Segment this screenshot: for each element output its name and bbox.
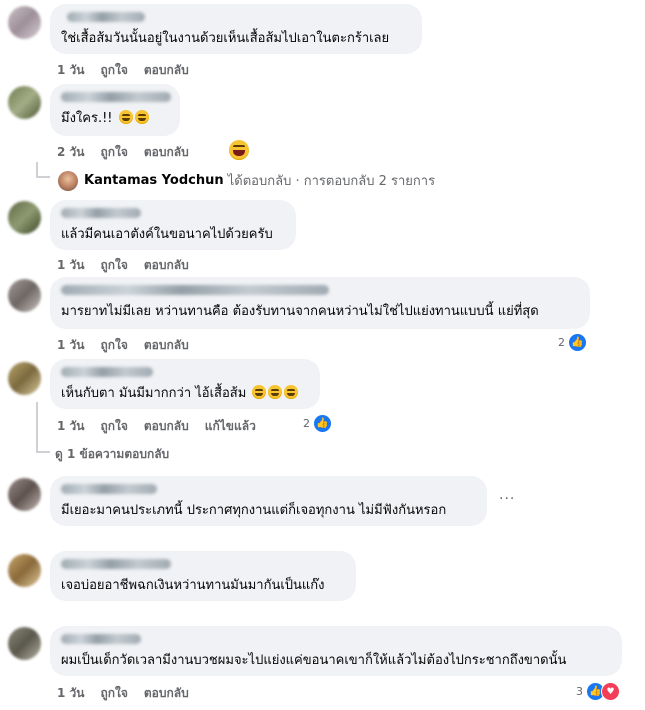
reaction-count: 3 [576, 685, 583, 698]
commenter-name[interactable] [61, 285, 329, 295]
comment-meta: 1 วัน ถูกใจ ตอบกลับ [57, 256, 205, 275]
reply-button[interactable]: ตอบกลับ [144, 258, 189, 272]
commenter-name[interactable] [61, 208, 141, 218]
grinning-emoji-icon [118, 110, 133, 124]
comment-text: มึงใคร.!! [61, 110, 168, 127]
comment-text: มารยาทไม่มีเลย หว่านทานคือ ต้องรับทานจาก… [61, 304, 539, 319]
comment-time[interactable]: 1 วัน [57, 419, 84, 433]
comment-text: ผมเป็นเด็กวัดเวลามีงานบวชผมจะไปแย่งแค่ขอ… [61, 653, 567, 668]
avatar[interactable] [8, 6, 41, 39]
comment-time[interactable]: 1 วัน [57, 338, 84, 352]
thumbs-up-icon: 👍 [568, 333, 587, 352]
avatar[interactable] [8, 86, 41, 119]
comment-meta: 2 วัน ถูกใจ ตอบกลับ [57, 143, 205, 162]
like-button[interactable]: ถูกใจ [100, 258, 127, 272]
avatar[interactable] [8, 478, 41, 511]
thread-connector [36, 451, 50, 453]
reply-button[interactable]: ตอบกลับ [144, 145, 189, 159]
like-button[interactable]: ถูกใจ [100, 145, 127, 159]
edited-label: แก้ไขแล้ว [204, 419, 256, 433]
commenter-name[interactable] [61, 92, 171, 102]
comment-text: เจอบ่อยอาชีพฉกเงินหว่านทานมันมากันเป็นแก… [61, 578, 325, 593]
thread-connector [36, 162, 38, 176]
comment-text: มีเยอะมาคนประเภทนี้ ประกาศทุกงานแต่ก็เจอ… [61, 503, 447, 518]
reaction-summary[interactable]: 2 👍 [558, 333, 587, 352]
commenter-name[interactable] [61, 484, 157, 494]
like-button[interactable]: ถูกใจ [100, 63, 127, 77]
like-button[interactable]: ถูกใจ [100, 419, 127, 433]
comment-text: เห็นกับตา มันมีมากกว่า ไอ้เสื้อส้ม [61, 385, 308, 402]
comment-bubble: มีเยอะมาคนประเภทนี้ ประกาศทุกงานแต่ก็เจอ… [50, 476, 487, 526]
comment-meta: 1 วัน ถูกใจ ตอบกลับ [57, 61, 205, 80]
thumbs-up-icon: 👍 [313, 414, 332, 433]
comment-bubble: มารยาทไม่มีเลย หว่านทานคือ ต้องรับทานจาก… [50, 277, 590, 329]
comment-bubble: เจอบ่อยอาชีพฉกเงินหว่านทานมันมากันเป็นแก… [50, 551, 356, 601]
avatar[interactable] [8, 279, 41, 312]
commenter-name[interactable] [61, 559, 171, 569]
laughing-reaction-icon[interactable] [229, 140, 249, 160]
view-replies-link[interactable]: ดู 1 ข้อความตอบกลับ [55, 445, 169, 464]
comment-bubble: แล้วมีคนเอาตังค์ในขอนาคไปด้วยครับ [50, 200, 296, 250]
avatar[interactable] [8, 201, 41, 234]
grinning-emoji-icon [268, 385, 283, 399]
grinning-emoji-icon [284, 385, 299, 399]
reply-count-text: ได้ตอบกลับ · การตอบกลับ 2 รายการ [227, 174, 436, 189]
avatar[interactable] [8, 362, 41, 395]
reply-button[interactable]: ตอบกลับ [144, 419, 189, 433]
avatar[interactable] [8, 554, 41, 587]
reaction-count: 2 [303, 417, 310, 430]
comment-time[interactable]: 1 วัน [57, 686, 84, 700]
reply-button[interactable]: ตอบกลับ [144, 338, 189, 352]
comment-meta: 1 วัน ถูกใจ ตอบกลับ แก้ไขแล้ว [57, 417, 272, 436]
commenter-name[interactable] [67, 12, 145, 22]
reply-summary[interactable]: Kantamas Yodchun ได้ตอบกลับ · การตอบกลับ… [58, 170, 435, 191]
comment-meta: 1 วัน ถูกใจ ตอบกลับ [57, 684, 205, 703]
grinning-emoji-icon [252, 385, 267, 399]
reply-button[interactable]: ตอบกลับ [144, 686, 189, 700]
like-button[interactable]: ถูกใจ [100, 686, 127, 700]
comment-meta: 1 วัน ถูกใจ ตอบกลับ [57, 336, 205, 355]
thread-connector [36, 402, 38, 452]
comment-time[interactable]: 1 วัน [57, 63, 84, 77]
reaction-summary[interactable]: 3 👍 ♥ [576, 682, 620, 701]
comment-time[interactable]: 2 วัน [57, 145, 84, 159]
more-options-icon[interactable]: ··· [499, 491, 515, 507]
reply-button[interactable]: ตอบกลับ [144, 63, 189, 77]
comment-text: แล้วมีคนเอาตังค์ในขอนาคไปด้วยครับ [61, 227, 273, 242]
grinning-emoji-icon [134, 110, 149, 124]
heart-icon: ♥ [601, 682, 620, 701]
commenter-name[interactable] [61, 634, 141, 644]
avatar[interactable] [58, 170, 78, 191]
commenter-name[interactable] [61, 367, 153, 377]
reply-author[interactable]: Kantamas Yodchun [84, 173, 224, 188]
reaction-count: 2 [558, 336, 565, 349]
thread-connector [36, 176, 50, 178]
comment-bubble: เห็นกับตา มันมีมากกว่า ไอ้เสื้อส้ม [50, 359, 320, 409]
comment-bubble: มึงใคร.!! [50, 84, 180, 136]
comment-time[interactable]: 1 วัน [57, 258, 84, 272]
comment-bubble: ใช่เสื้อส้มวันนั้นอยู่ในงานด้วยเห็นเสื้อ… [50, 4, 422, 54]
comment-bubble: ผมเป็นเด็กวัดเวลามีงานบวชผมจะไปแย่งแค่ขอ… [50, 626, 622, 676]
comment-text: ใช่เสื้อส้มวันนั้นอยู่ในงานด้วยเห็นเสื้อ… [61, 31, 390, 46]
like-button[interactable]: ถูกใจ [100, 338, 127, 352]
avatar[interactable] [8, 627, 41, 660]
reaction-summary[interactable]: 2 👍 [303, 414, 332, 433]
